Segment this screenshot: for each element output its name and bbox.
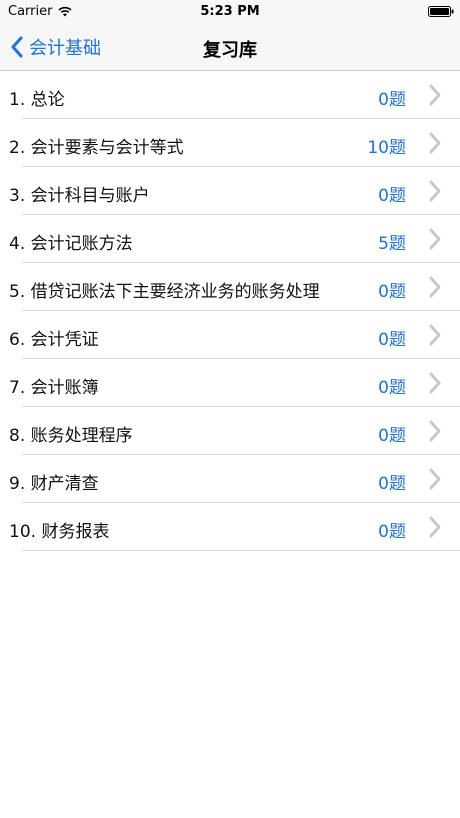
screen: Carrier 5:23 PM 会计基础 复习库 1. 总论 0题 2. 会计要… — [0, 0, 460, 818]
list-item-title: 7. 会计账簿 — [9, 378, 99, 398]
chevron-right-icon — [429, 84, 441, 106]
list-item-count: 0题 — [378, 90, 406, 110]
list-item[interactable]: 7. 会计账簿 0题 — [0, 359, 460, 407]
list-item[interactable]: 10. 财务报表 0题 — [0, 503, 460, 551]
list-item-title: 6. 会计凭证 — [9, 330, 99, 350]
list-item-count: 0题 — [378, 522, 406, 542]
chevron-right-icon — [429, 132, 441, 154]
chevron-right-icon — [429, 420, 441, 442]
chevron-right-icon — [429, 180, 441, 202]
status-bar: Carrier 5:23 PM — [0, 0, 460, 24]
list-item-count: 10题 — [367, 138, 406, 158]
list-item-count: 0题 — [378, 282, 406, 302]
list-item-title: 1. 总论 — [9, 90, 65, 110]
chevron-right-icon — [429, 468, 441, 490]
list-item-title: 8. 账务处理程序 — [9, 426, 133, 446]
list-item[interactable]: 6. 会计凭证 0题 — [0, 311, 460, 359]
battery-icon — [428, 6, 454, 17]
list-item-count: 5题 — [378, 234, 406, 254]
list-item-count: 0题 — [378, 330, 406, 350]
chevron-right-icon — [429, 372, 441, 394]
list-item-title: 9. 财产清查 — [9, 474, 99, 494]
list-item[interactable]: 1. 总论 0题 — [0, 71, 460, 119]
list-item-count: 0题 — [378, 378, 406, 398]
row-separator — [22, 550, 460, 551]
chevron-right-icon — [429, 276, 441, 298]
list-item[interactable]: 8. 账务处理程序 0题 — [0, 407, 460, 455]
chevron-right-icon — [429, 228, 441, 250]
page-title: 复习库 — [203, 40, 257, 61]
list-item-title: 5. 借贷记账法下主要经济业务的账务处理 — [9, 282, 320, 302]
list-item-count: 0题 — [378, 186, 406, 206]
list-item-title: 2. 会计要素与会计等式 — [9, 138, 184, 158]
list-item[interactable]: 2. 会计要素与会计等式 10题 — [0, 119, 460, 167]
chevron-right-icon — [429, 324, 441, 346]
list-item[interactable]: 5. 借贷记账法下主要经济业务的账务处理 0题 — [0, 263, 460, 311]
chapter-list: 1. 总论 0题 2. 会计要素与会计等式 10题 3. 会计科目与账户 0题 … — [0, 71, 460, 551]
list-item[interactable]: 4. 会计记账方法 5题 — [0, 215, 460, 263]
list-item-count: 0题 — [378, 474, 406, 494]
status-time: 5:23 PM — [200, 4, 260, 19]
list-item-title: 10. 财务报表 — [9, 522, 110, 542]
chevron-right-icon — [429, 516, 441, 538]
navigation-bar: 会计基础 复习库 — [0, 24, 460, 71]
list-item-title: 4. 会计记账方法 — [9, 234, 133, 254]
list-item-count: 0题 — [378, 426, 406, 446]
list-item-title: 3. 会计科目与账户 — [9, 186, 150, 206]
list-item[interactable]: 3. 会计科目与账户 0题 — [0, 167, 460, 215]
list-item[interactable]: 9. 财产清查 0题 — [0, 455, 460, 503]
